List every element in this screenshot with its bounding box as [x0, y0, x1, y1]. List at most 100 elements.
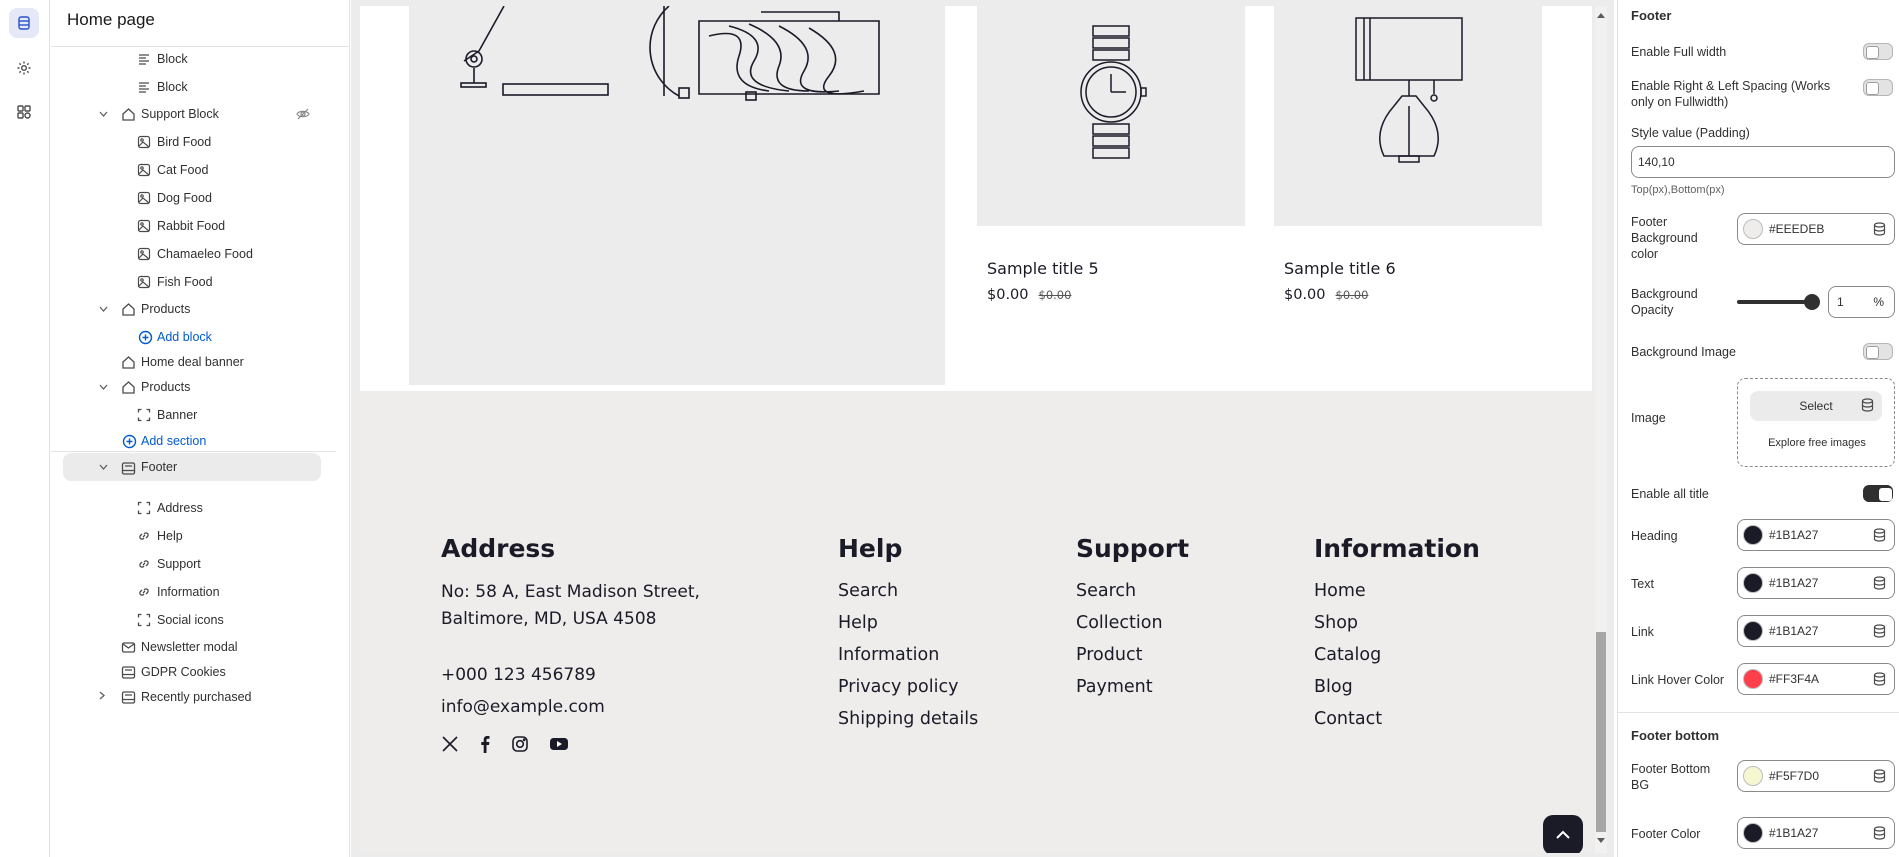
preview-scroll-thumb[interactable] — [1596, 632, 1606, 832]
footer-link[interactable]: Search — [838, 579, 978, 611]
footer-link[interactable]: Payment — [1076, 675, 1189, 707]
chevron-down-icon[interactable] — [99, 382, 108, 393]
chevron-right-icon[interactable] — [99, 691, 105, 703]
full-width-toggle[interactable] — [1863, 43, 1893, 60]
divider — [51, 451, 336, 452]
tree-item[interactable]: Block — [51, 72, 321, 102]
color-swatch[interactable] — [1743, 219, 1763, 239]
image-block-icon — [137, 135, 151, 152]
database-icon[interactable] — [1873, 826, 1886, 843]
color-swatch[interactable] — [1743, 525, 1763, 545]
tree-item-label: Products — [141, 380, 191, 394]
text-color-picker[interactable]: #1B1A27 — [1737, 567, 1895, 599]
footer-color-picker[interactable]: #1B1A27 — [1737, 817, 1895, 849]
instagram-icon[interactable] — [511, 735, 529, 753]
eye-off-icon[interactable] — [296, 107, 310, 124]
setting-label: Background Opacity — [1631, 287, 1698, 317]
footer-link[interactable]: Information — [838, 643, 978, 675]
chevron-down-icon[interactable] — [99, 109, 108, 120]
color-swatch[interactable] — [1743, 573, 1763, 593]
tree-item[interactable]: Footer — [63, 453, 321, 481]
database-icon[interactable] — [1873, 624, 1886, 641]
padding-input[interactable]: 140,10 — [1631, 146, 1895, 178]
footer-link[interactable]: Product — [1076, 643, 1189, 675]
image-block-icon — [137, 275, 151, 292]
footer-link[interactable]: Collection — [1076, 611, 1189, 643]
footer-link[interactable]: Home — [1314, 579, 1480, 611]
product-image-lamp[interactable] — [1274, 6, 1542, 226]
bg-image-toggle[interactable] — [1863, 343, 1893, 360]
chevron-down-icon[interactable] — [99, 462, 108, 473]
spacing-toggle[interactable] — [1863, 79, 1893, 96]
footer-link[interactable]: Blog — [1314, 675, 1480, 707]
link-color-picker[interactable]: #1B1A27 — [1737, 615, 1895, 647]
database-icon[interactable] — [1861, 398, 1874, 415]
database-icon[interactable] — [1873, 672, 1886, 689]
color-swatch[interactable] — [1743, 766, 1763, 786]
product-title[interactable]: Sample title 5 — [987, 259, 1099, 278]
tree-item[interactable]: Block — [51, 44, 321, 74]
tree-item[interactable]: Address — [51, 493, 321, 523]
product-title[interactable]: Sample title 6 — [1284, 259, 1396, 278]
footer-link[interactable]: Contact — [1314, 707, 1480, 739]
opacity-input[interactable]: 1 % — [1828, 286, 1895, 318]
tree-item[interactable]: Dog Food — [51, 183, 321, 213]
product-image-watch[interactable] — [977, 6, 1245, 226]
footer-link[interactable]: Shop — [1314, 611, 1480, 643]
tree-item[interactable]: Fish Food — [51, 267, 321, 297]
padding-value: 140,10 — [1638, 155, 1675, 169]
tree-item[interactable]: Support Block — [51, 99, 321, 129]
tree-item[interactable]: Information — [51, 577, 321, 607]
heading-color-picker[interactable]: #1B1A27 — [1737, 519, 1895, 551]
footer-link[interactable]: Search — [1076, 579, 1189, 611]
tree-item[interactable]: Social icons — [51, 605, 321, 635]
tree-item[interactable]: Products — [51, 294, 321, 324]
color-swatch[interactable] — [1743, 669, 1763, 689]
scroll-to-top-button[interactable] — [1543, 815, 1583, 853]
tree-item[interactable]: Recently purchased — [51, 682, 321, 712]
explore-free-images-link[interactable]: Explore free images — [1738, 437, 1896, 449]
tree-item[interactable]: Support — [51, 549, 321, 579]
tree-item[interactable]: Rabbit Food — [51, 211, 321, 241]
footer-link[interactable]: Privacy policy — [838, 675, 978, 707]
opacity-slider-handle[interactable] — [1804, 294, 1820, 310]
color-value: #1B1A27 — [1769, 576, 1819, 590]
setting-label: Link — [1631, 625, 1654, 639]
database-icon[interactable] — [1873, 769, 1886, 786]
chevron-down-icon[interactable] — [99, 304, 108, 315]
youtube-icon[interactable] — [549, 736, 569, 752]
database-icon[interactable] — [1873, 528, 1886, 545]
footer-icon — [121, 461, 136, 479]
footer-bg-color-picker[interactable]: #EEEDEB — [1737, 213, 1895, 245]
opacity-slider-track[interactable] — [1737, 300, 1812, 304]
footer-bottom-bg-color-picker[interactable]: #F5F7D0 — [1737, 760, 1895, 792]
email-address[interactable]: info@example.com — [441, 694, 700, 721]
select-label: Select — [1799, 399, 1833, 413]
table-lamp-illustration — [1355, 17, 1463, 163]
section-icon — [121, 380, 136, 398]
tree-item[interactable]: Cat Food — [51, 155, 321, 185]
database-icon[interactable] — [1873, 222, 1886, 239]
x-icon[interactable] — [441, 735, 459, 753]
product-price: $0.00 $0.00 — [1284, 287, 1368, 303]
color-swatch[interactable] — [1743, 823, 1763, 843]
settings-gear-icon[interactable] — [9, 53, 39, 83]
tree-item[interactable]: Help — [51, 521, 321, 551]
phone-number[interactable]: +000 123 456789 — [441, 662, 700, 689]
sections-icon[interactable] — [9, 8, 39, 38]
color-swatch[interactable] — [1743, 621, 1763, 641]
apps-icon[interactable] — [9, 97, 39, 127]
footer-link[interactable]: Catalog — [1314, 643, 1480, 675]
enable-all-title-toggle[interactable] — [1863, 485, 1893, 502]
select-image-button[interactable]: Select — [1750, 391, 1882, 421]
facebook-icon[interactable] — [479, 735, 491, 753]
text-align-icon — [137, 52, 151, 69]
footer-link[interactable]: Shipping details — [838, 707, 978, 739]
tree-item[interactable]: Bird Food — [51, 127, 321, 157]
tree-item[interactable]: Chamaeleo Food — [51, 239, 321, 269]
footer-link[interactable]: Help — [838, 611, 978, 643]
database-icon[interactable] — [1873, 576, 1886, 593]
link-hover-color-picker[interactable]: #FF3F4A — [1737, 663, 1895, 695]
hero-image — [409, 6, 945, 385]
tree-item[interactable]: Products — [51, 372, 321, 402]
